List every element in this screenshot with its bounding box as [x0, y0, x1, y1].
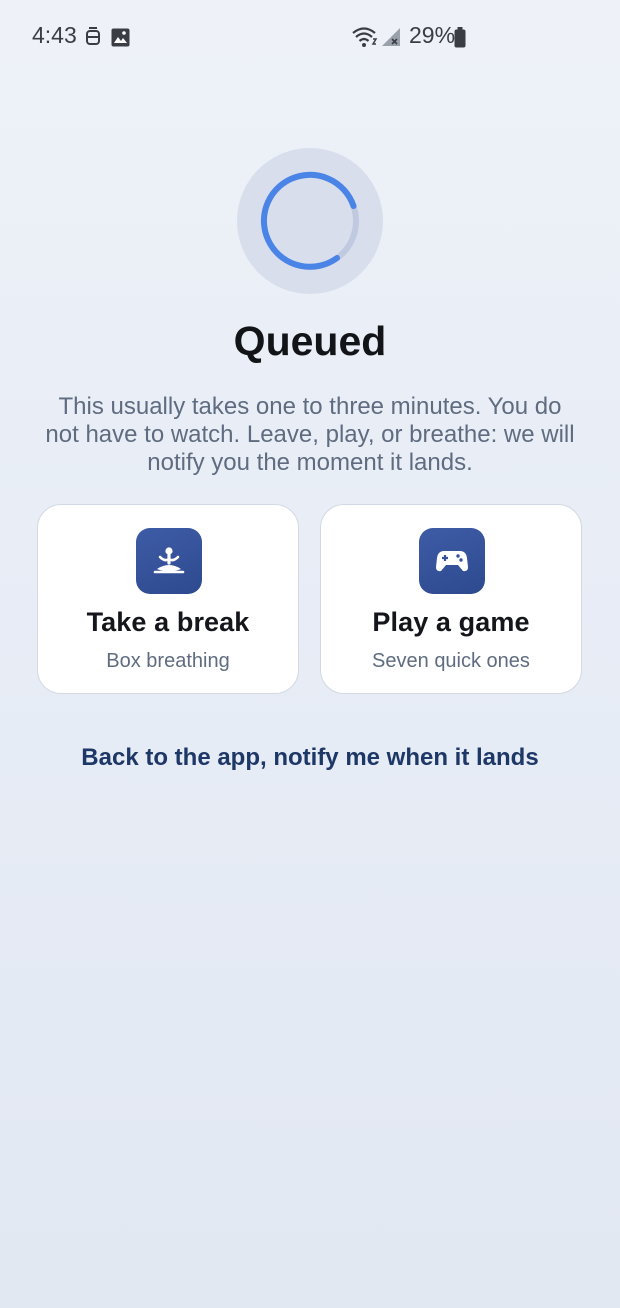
- meditation-icon: [136, 528, 202, 594]
- battery-percent: 29%: [409, 22, 456, 48]
- status-time: 4:43: [32, 22, 77, 48]
- take-a-break-card[interactable]: Take a break Box breathing: [37, 504, 299, 694]
- gallery-icon: [111, 28, 130, 52]
- gamepad-icon: [419, 528, 485, 594]
- take-a-break-subtitle: Box breathing: [106, 650, 230, 672]
- play-a-game-subtitle: Seven quick ones: [372, 650, 530, 672]
- battery-icon: [454, 27, 466, 53]
- page-description: This usually takes one to three minutes.…: [45, 393, 575, 476]
- play-a-game-title: Play a game: [372, 607, 530, 637]
- page-title: Queued: [233, 318, 387, 364]
- play-a-game-card[interactable]: Play a game Seven quick ones: [320, 504, 582, 694]
- status-bar: 4:43 29%: [0, 0, 620, 74]
- wifi-icon: [352, 26, 378, 53]
- loading-spinner: [237, 148, 383, 294]
- back-to-app-link[interactable]: Back to the app, notify me when it lands: [0, 744, 620, 772]
- cellular-signal-icon: [381, 28, 401, 52]
- take-a-break-title: Take a break: [86, 607, 250, 637]
- loading-spinner-icon: [260, 171, 359, 270]
- notification-robot-icon: [84, 26, 102, 53]
